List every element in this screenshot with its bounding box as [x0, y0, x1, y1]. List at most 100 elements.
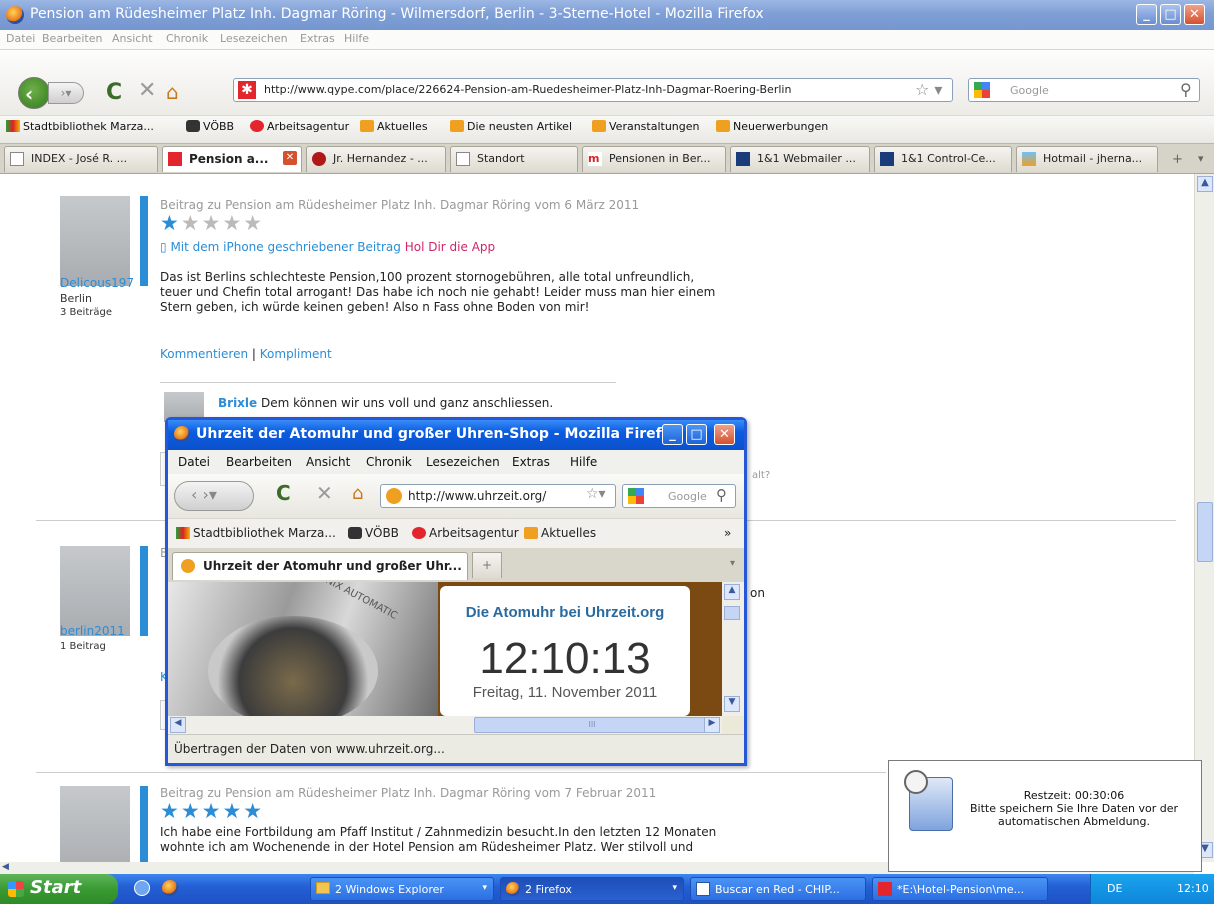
bookmark-neuerwerbungen[interactable]: Neuerwerbungen [716, 120, 828, 133]
scroll-left-icon[interactable]: ◀ [170, 717, 186, 733]
tab-pensionen[interactable]: m Pensionen in Ber... [582, 146, 726, 172]
popup-maximize-button[interactable]: □ [686, 424, 707, 445]
tab-hernandez[interactable]: Jr. Hernandez - ... [306, 146, 446, 172]
scroll-thumb[interactable]: III [474, 717, 710, 733]
popup-back-forward-button[interactable]: ‹ ›▾ [174, 481, 254, 511]
firefox-quicklaunch-icon[interactable] [162, 880, 178, 896]
session-timeout-notification[interactable]: Restzeit: 00:30:06 Bitte speichern Sie I… [888, 760, 1202, 872]
tab-standort[interactable]: Standort [450, 146, 578, 172]
popup-minimize-button[interactable]: _ [662, 424, 683, 445]
close-button[interactable]: ✕ [1184, 4, 1205, 25]
reload-icon[interactable]: C [106, 80, 122, 105]
get-app-link[interactable]: Hol Dir die App [405, 240, 495, 254]
search-icon[interactable]: ⚲ [1180, 80, 1192, 99]
popup-reload-icon[interactable]: C [276, 481, 291, 505]
scroll-right-icon[interactable]: ▶ [704, 717, 720, 733]
popup-bookmark-voebb[interactable]: VÖBB [348, 526, 399, 540]
scroll-thumb[interactable] [724, 606, 740, 620]
bookmark-star-icon[interactable]: ☆ ▾ [915, 80, 942, 99]
taskbar-hotel-pension[interactable]: *E:\Hotel-Pension\me... [872, 877, 1048, 901]
comment-user-link[interactable]: Brixle [218, 396, 257, 410]
tab-index[interactable]: INDEX - José R. ... [4, 146, 158, 172]
stop-icon[interactable]: ✕ [138, 78, 156, 103]
popup-tab-uhrzeit[interactable]: Uhrzeit der Atomuhr und großer Uhr... [172, 552, 468, 580]
search-box[interactable] [968, 78, 1200, 102]
popup-close-button[interactable]: ✕ [714, 424, 735, 445]
scroll-up-icon[interactable]: ▲ [724, 584, 740, 600]
popup-new-tab-button[interactable]: + [472, 552, 502, 578]
home-icon[interactable]: ⌂ [166, 80, 179, 104]
popup-tab-list-button[interactable]: ▾ [730, 558, 735, 569]
bookmark-voebb[interactable]: VÖBB [186, 120, 234, 133]
popup-address-text[interactable]: http://www.uhrzeit.org/ [408, 489, 546, 503]
bookmark-aktuelles[interactable]: Aktuelles [360, 120, 428, 133]
scroll-left-icon[interactable]: ◀ [2, 862, 14, 874]
popup-bookmark-arbeitsagentur[interactable]: Arbeitsagentur [412, 526, 519, 540]
review-user-link[interactable]: Delicous197 [60, 276, 134, 290]
compliment-link[interactable]: Kompliment [260, 347, 332, 361]
minimize-button[interactable]: _ [1136, 4, 1157, 25]
avatar[interactable] [60, 196, 130, 286]
popup-bookmarks-more[interactable]: » [724, 526, 731, 540]
taskbar-clock[interactable]: 12:10 [1177, 882, 1209, 895]
forward-button[interactable]: ›▾ [48, 82, 84, 104]
google-icon[interactable] [974, 82, 990, 98]
bookmark-stadtbibliothek[interactable]: Stadtbibliothek Marza... [6, 120, 154, 133]
popup-bookmark-star-icon[interactable]: ☆▾ [586, 486, 606, 502]
popup-menu-extras[interactable]: Extras [512, 455, 550, 469]
menu-chronik[interactable]: Chronik [166, 32, 208, 45]
search-placeholder[interactable]: Google [1010, 84, 1049, 97]
review-user-link[interactable]: berlin2011 [60, 624, 125, 638]
popup-vertical-scrollbar[interactable]: ▲ ▼ [722, 582, 744, 716]
scroll-thumb[interactable] [1197, 502, 1213, 562]
main-window-titlebar[interactable]: Pension am Rüdesheimer Platz Inh. Dagmar… [0, 0, 1214, 30]
start-button[interactable]: Start [0, 874, 118, 904]
menu-hilfe[interactable]: Hilfe [344, 32, 369, 45]
popup-search-icon[interactable]: ⚲ [716, 486, 727, 504]
tab-control-center[interactable]: 1&1 Control-Ce... [874, 146, 1012, 172]
taskbar-firefox[interactable]: 2 Firefox ▾ [500, 877, 684, 901]
back-button[interactable]: ‹ [18, 77, 50, 109]
popup-menu-chronik[interactable]: Chronik [366, 455, 412, 469]
menu-ansicht[interactable]: Ansicht [112, 32, 153, 45]
popup-bookmark-aktuelles[interactable]: Aktuelles [524, 526, 596, 540]
menu-lesezeichen[interactable]: Lesezeichen [220, 32, 288, 45]
tab-hotmail[interactable]: Hotmail - jherna... [1016, 146, 1158, 172]
scroll-up-icon[interactable]: ▲ [1197, 176, 1213, 192]
address-text[interactable]: http://www.qype.com/place/226624-Pension… [264, 83, 791, 96]
tab-webmailer[interactable]: 1&1 Webmailer ... [730, 146, 870, 172]
bookmark-arbeitsagentur[interactable]: Arbeitsagentur [250, 120, 349, 133]
popup-menu-hilfe[interactable]: Hilfe [570, 455, 597, 469]
close-tab-icon[interactable]: ✕ [283, 151, 297, 165]
internet-explorer-icon[interactable] [134, 880, 150, 896]
popup-titlebar[interactable]: Uhrzeit der Atomuhr und großer Uhren-Sho… [168, 420, 744, 450]
tab-pension[interactable]: Pension a... ✕ [162, 146, 302, 172]
popup-home-icon[interactable]: ⌂ [352, 483, 363, 504]
iphone-note-text[interactable]: Mit dem iPhone geschriebener Beitrag [170, 240, 400, 254]
menu-extras[interactable]: Extras [300, 32, 335, 45]
avatar[interactable] [60, 546, 130, 636]
maximize-button[interactable]: □ [1160, 4, 1181, 25]
popup-menu-bearbeiten[interactable]: Bearbeiten [226, 455, 292, 469]
popup-menu-lesezeichen[interactable]: Lesezeichen [426, 455, 500, 469]
google-icon[interactable] [628, 488, 644, 504]
vertical-scrollbar[interactable]: ▲ ▼ [1194, 174, 1214, 862]
popup-menu-datei[interactable]: Datei [178, 455, 210, 469]
taskbar-buscar-en-red[interactable]: Buscar en Red - CHIP... [690, 877, 866, 901]
new-tab-button[interactable]: + [1172, 152, 1183, 167]
menu-bearbeiten[interactable]: Bearbeiten [42, 32, 102, 45]
popup-bookmark-stadtbibliothek[interactable]: Stadtbibliothek Marza... [176, 526, 336, 540]
comment-link[interactable]: Kommentieren [160, 347, 248, 361]
bookmark-neusten-artikel[interactable]: Die neusten Artikel [450, 120, 572, 133]
popup-horizontal-scrollbar[interactable]: ◀ III ▶ [168, 716, 722, 734]
bookmark-veranstaltungen[interactable]: Veranstaltungen [592, 120, 700, 133]
popup-stop-icon[interactable]: ✕ [316, 481, 333, 505]
tab-list-button[interactable]: ▾ [1198, 152, 1204, 165]
back-arrow-icon: ‹ [25, 82, 34, 106]
menu-datei[interactable]: Datei [6, 32, 35, 45]
popup-menu-ansicht[interactable]: Ansicht [306, 455, 350, 469]
taskbar-windows-explorer[interactable]: 2 Windows Explorer ▾ [310, 877, 494, 901]
popup-search-placeholder[interactable]: Google [668, 490, 707, 503]
scroll-down-icon[interactable]: ▼ [724, 696, 740, 712]
language-indicator[interactable]: DE [1107, 882, 1122, 895]
